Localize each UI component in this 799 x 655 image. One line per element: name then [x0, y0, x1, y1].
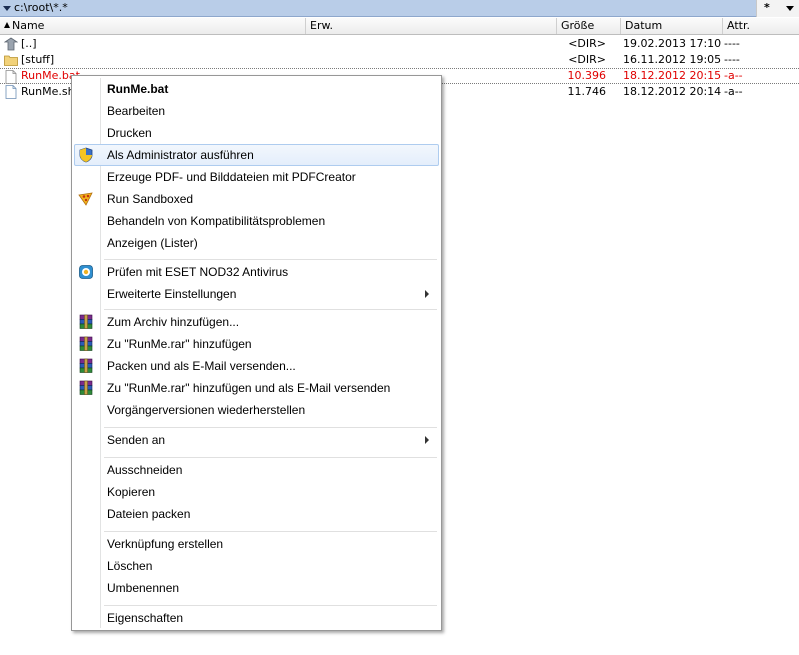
column-size[interactable]: Größe: [557, 18, 621, 34]
menu-item-copy[interactable]: Kopieren: [74, 481, 439, 503]
menu-item-eset-scan[interactable]: Prüfen mit ESET NOD32 Antivirus: [74, 261, 439, 283]
file-row[interactable]: [stuff] <DIR> 16.11.2012 19:05 ----: [0, 52, 799, 68]
dropdown-arrow-icon[interactable]: [3, 6, 11, 11]
column-header: Name Erw. Größe Datum Attr.: [0, 18, 799, 35]
menu-item-lister[interactable]: Anzeigen (Lister): [74, 232, 439, 254]
filter-text: *: [764, 1, 770, 14]
file-icon: [5, 70, 17, 84]
sort-ascending-icon: [4, 22, 10, 28]
menu-item-run-sandboxed[interactable]: Run Sandboxed: [74, 188, 439, 210]
file-name: RunMe.sh: [21, 85, 75, 98]
file-attributes: ----: [724, 37, 740, 50]
file-size: <DIR>: [568, 37, 606, 50]
sandboxie-icon: [78, 192, 93, 206]
file-name: [stuff]: [21, 53, 55, 66]
menu-item-print[interactable]: Drucken: [74, 122, 439, 144]
submenu-arrow-icon: [425, 436, 429, 444]
file-attributes: -a--: [724, 69, 743, 82]
path-bar: c:\root\*.* *: [0, 0, 799, 17]
file-date: 19.02.2013 17:10: [623, 37, 722, 50]
uac-shield-icon: [79, 147, 93, 163]
file-size: 11.746: [567, 85, 607, 98]
file-date: 16.11.2012 19:05: [623, 53, 722, 66]
folder-icon: [4, 55, 18, 66]
menu-item-rename[interactable]: Umbenennen: [74, 577, 439, 599]
menu-item-open[interactable]: RunMe.bat: [74, 78, 439, 100]
menu-item-delete[interactable]: Löschen: [74, 555, 439, 577]
menu-item-add-to-archive[interactable]: Zum Archiv hinzufügen...: [74, 311, 439, 333]
winrar-icon: [79, 358, 93, 373]
parent-folder-icon: [4, 37, 18, 51]
winrar-icon: [79, 314, 93, 329]
file-attributes: -a--: [724, 85, 743, 98]
winrar-icon: [79, 336, 93, 351]
menu-item-add-to-rar[interactable]: Zu "RunMe.rar" hinzufügen: [74, 333, 439, 355]
column-attributes[interactable]: Attr.: [723, 18, 799, 34]
menu-item-run-as-admin[interactable]: Als Administrator ausführen: [74, 144, 439, 166]
menu-item-add-to-rar-and-email[interactable]: Zu "RunMe.rar" hinzufügen und als E-Mail…: [74, 377, 439, 399]
submenu-arrow-icon: [425, 290, 429, 298]
menu-item-compatibility[interactable]: Behandeln von Kompatibilitätsproblemen: [74, 210, 439, 232]
menu-item-properties[interactable]: Eigenschaften: [74, 607, 439, 629]
menu-item-pack-files[interactable]: Dateien packen: [74, 503, 439, 525]
winrar-icon: [79, 380, 93, 395]
path-text: c:\root\*.*: [14, 1, 68, 14]
file-icon: [5, 85, 17, 99]
file-size: <DIR>: [568, 53, 606, 66]
file-row[interactable]: [..] <DIR> 19.02.2013 17:10 ----: [0, 36, 799, 52]
menu-item-edit[interactable]: Bearbeiten: [74, 100, 439, 122]
path-dropdown[interactable]: c:\root\*.*: [0, 0, 756, 17]
context-menu: RunMe.bat Bearbeiten Drucken Als Adminis…: [71, 75, 442, 631]
file-name: [..]: [21, 37, 37, 50]
file-attributes: ----: [724, 53, 740, 66]
file-size: 10.396: [567, 69, 607, 82]
file-date: 18.12.2012 20:14: [623, 85, 722, 98]
filter-dropdown[interactable]: *: [756, 0, 799, 17]
column-name[interactable]: Name: [0, 18, 306, 34]
menu-item-create-shortcut[interactable]: Verknüpfung erstellen: [74, 533, 439, 555]
column-date[interactable]: Datum: [621, 18, 723, 34]
menu-item-restore-previous-versions[interactable]: Vorgängerversionen wiederherstellen: [74, 399, 439, 421]
column-extension[interactable]: Erw.: [306, 18, 557, 34]
menu-item-send-to[interactable]: Senden an: [74, 429, 439, 451]
menu-item-pdfcreator[interactable]: Erzeuge PDF- und Bilddateien mit PDFCrea…: [74, 166, 439, 188]
menu-item-advanced-settings[interactable]: Erweiterte Einstellungen: [74, 283, 439, 305]
eset-antivirus-icon: [79, 265, 93, 279]
chevron-down-icon[interactable]: [786, 6, 794, 11]
menu-item-pack-and-email[interactable]: Packen und als E-Mail versenden...: [74, 355, 439, 377]
file-date: 18.12.2012 20:15: [623, 69, 722, 82]
menu-item-cut[interactable]: Ausschneiden: [74, 459, 439, 481]
